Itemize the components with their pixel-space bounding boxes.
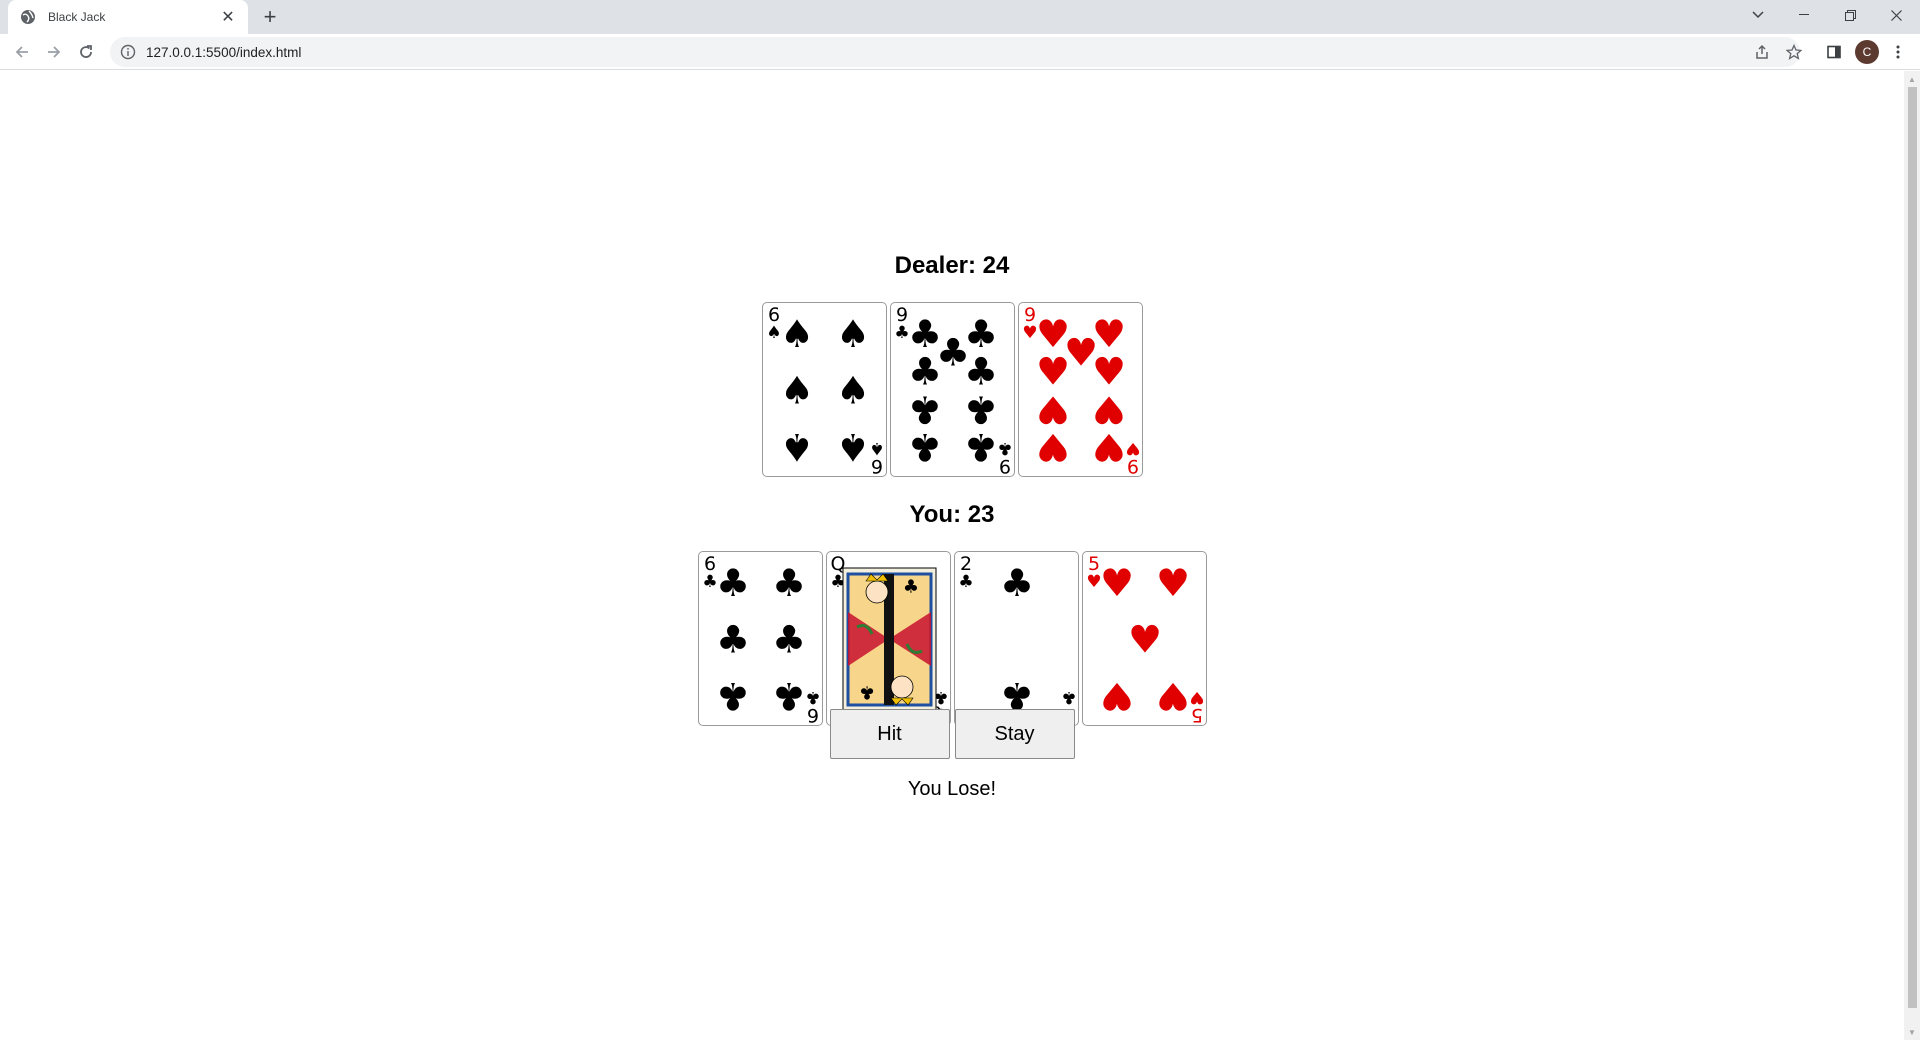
- clubs-pip-icon: ♣: [771, 618, 805, 662]
- reload-icon[interactable]: [72, 38, 100, 66]
- player-score-heading: You: 23: [909, 501, 995, 528]
- player-card-2: Q♣Q♣♣♣: [825, 551, 951, 726]
- player-card-4: 5 ♥ 5 ♥ ♥ ♥ ♥ ♥ ♥: [1081, 551, 1207, 726]
- share-icon[interactable]: [1749, 39, 1775, 65]
- clubs-pip-icon: ♣: [907, 387, 941, 431]
- spades-pip-icon: ♠: [835, 312, 869, 356]
- close-tab-icon[interactable]: ✕: [218, 7, 238, 27]
- hearts-pip-icon: ♥: [1035, 425, 1069, 469]
- clubs-pip-icon: ♣: [907, 425, 941, 469]
- hit-button[interactable]: Hit: [829, 709, 950, 759]
- restore-button[interactable]: [1828, 0, 1872, 30]
- dealer-hand: 6 ♠ 6 ♠ ♠ ♠ ♠ ♠ ♠ ♠ 9 ♣ 9 ♣ ♣ ♣ ♣ ♣ ♣ ♣ ♣ ♣ ♣ 9 ♥ 9 ♥ ♥ ♥ ♥ ♥ ♥ ♥ ♥ ♥ ♥: [0, 302, 1904, 477]
- dealer-card-2: 9 ♣ 9 ♣ ♣ ♣ ♣ ♣ ♣ ♣ ♣ ♣ ♣: [889, 302, 1015, 477]
- page-scrollbar[interactable]: ▲ ▼: [1904, 71, 1920, 1040]
- info-icon[interactable]: [120, 44, 136, 60]
- url-text: 127.0.0.1:5500/index.html: [146, 44, 302, 60]
- clubs-pip-icon: ♣: [771, 561, 805, 605]
- spades-pip-icon: ♠: [835, 369, 869, 413]
- browser-toolbar: 127.0.0.1:5500/index.html: [0, 34, 1920, 70]
- card-face: 9♥9♥♥ ♥♥ ♥♥♥ ♥♥ ♥: [1022, 304, 1140, 476]
- clubs-pip-icon: ♣: [963, 387, 997, 431]
- bookmark-star-icon[interactable]: [1781, 39, 1807, 65]
- card-face: 6♠6♠♠ ♠♠ ♠♠ ♠: [766, 304, 884, 476]
- clubs-suit-icon: ♣: [997, 438, 1012, 458]
- dealer-card-3: 9 ♥ 9 ♥ ♥ ♥ ♥ ♥ ♥ ♥ ♥ ♥ ♥: [1017, 302, 1143, 477]
- clubs-pip-icon: ♣: [999, 561, 1033, 605]
- face-suit-icon: ♣: [902, 577, 918, 598]
- clubs-suit-icon: ♣: [805, 687, 820, 707]
- hearts-pip-icon: ♥: [1099, 561, 1133, 605]
- dealer-card-1: 6 ♠ 6 ♠ ♠ ♠ ♠ ♠ ♠ ♠: [761, 302, 887, 477]
- hearts-suit-icon: ♥: [1125, 438, 1140, 458]
- tab-title: Black Jack: [48, 10, 106, 24]
- queen-face-illustration: ♣♣: [842, 567, 936, 712]
- spades-pip-icon: ♠: [779, 369, 813, 413]
- spades-pip-icon: ♠: [835, 425, 869, 469]
- browser-tabstrip: Black Jack ✕ +: [0, 0, 1920, 34]
- menu-kebab-icon[interactable]: [1885, 39, 1911, 65]
- clubs-pip-icon: ♣: [715, 618, 749, 662]
- hearts-pip-icon: ♥: [1035, 387, 1069, 431]
- new-tab-button[interactable]: +: [258, 5, 282, 29]
- player-card-1: 6 ♣ 6 ♣ ♣ ♣ ♣ ♣ ♣ ♣: [697, 551, 823, 726]
- card-face: 5♥5♥♥ ♥♥♥ ♥: [1086, 553, 1204, 725]
- clubs-suit-icon: ♣: [958, 572, 973, 592]
- hearts-pip-icon: ♥: [1063, 331, 1097, 375]
- clubs-suit-icon: ♣: [1061, 687, 1076, 707]
- spades-pip-icon: ♠: [779, 425, 813, 469]
- scroll-down-arrow-icon[interactable]: ▼: [1904, 1024, 1920, 1040]
- card-face: 9♣9♣♣ ♣♣ ♣♣♣ ♣♣ ♣: [894, 304, 1012, 476]
- hearts-pip-icon: ♥: [1091, 425, 1125, 469]
- clubs-pip-icon: ♣: [935, 331, 969, 375]
- card-face: 6♣6♣♣ ♣♣ ♣♣ ♣: [702, 553, 820, 725]
- profile-avatar[interactable]: C: [1855, 40, 1879, 64]
- spades-suit-icon: ♠: [869, 438, 884, 458]
- minimize-button[interactable]: [1782, 0, 1826, 30]
- stay-button[interactable]: Stay: [954, 709, 1075, 759]
- player-hand: 6♣6♣♣♣♣♣♣♣Q♣Q♣♣♣2♣2♣♣♣5♥5♥♥♥♥♥♥: [0, 551, 1904, 726]
- face-suit-icon: ♣: [858, 682, 874, 703]
- card-face: Q♣Q♣♣♣: [830, 553, 948, 725]
- scroll-up-arrow-icon[interactable]: ▲: [1904, 71, 1920, 87]
- side-panel-icon[interactable]: [1821, 39, 1847, 65]
- action-buttons: Hit Stay: [0, 709, 1904, 759]
- close-window-button[interactable]: [1874, 0, 1918, 30]
- hearts-suit-icon: ♥: [1189, 687, 1204, 707]
- spades-pip-icon: ♠: [779, 312, 813, 356]
- clubs-pip-icon: ♣: [963, 425, 997, 469]
- forward-arrow-icon[interactable]: [40, 38, 68, 66]
- clubs-pip-icon: ♣: [715, 561, 749, 605]
- back-arrow-icon[interactable]: [8, 38, 36, 66]
- browser-tab[interactable]: Black Jack ✕: [8, 0, 248, 34]
- game-result-text: You Lose!: [907, 778, 997, 800]
- hearts-pip-icon: ♥: [1127, 618, 1161, 662]
- hearts-pip-icon: ♥: [1091, 387, 1125, 431]
- globe-icon: [21, 10, 35, 24]
- hearts-pip-icon: ♥: [1155, 561, 1189, 605]
- tab-search-icon[interactable]: [1736, 0, 1780, 30]
- dealer-score-heading: Dealer: 24: [894, 252, 1010, 279]
- card-face: 2♣2♣♣♣: [958, 553, 1076, 725]
- player-card-3: 2♣2♣♣♣: [953, 551, 1079, 726]
- address-bar[interactable]: 127.0.0.1:5500/index.html: [110, 37, 1800, 67]
- scroll-thumb[interactable]: [1908, 87, 1917, 1008]
